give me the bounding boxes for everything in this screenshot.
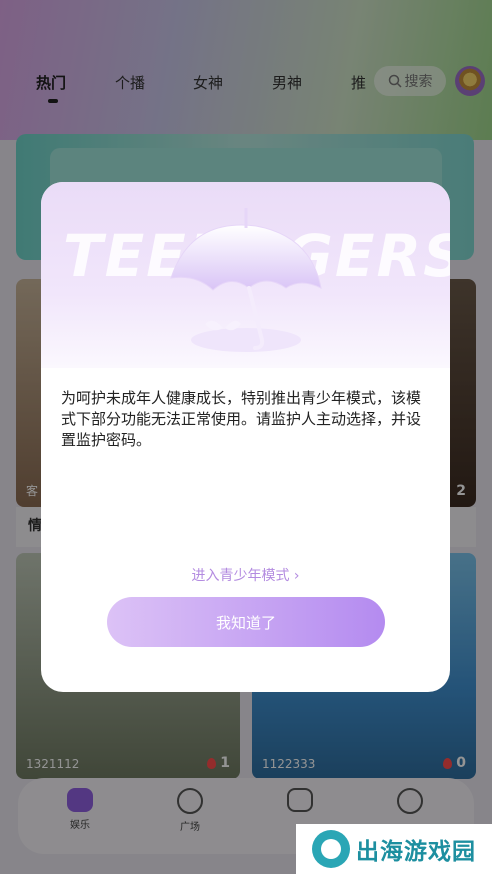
watermark-text: 出海游戏园 [356, 839, 476, 865]
dialog-hero: TEENAGERS [41, 182, 450, 368]
teen-mode-dialog: TEENAGERS 为呵护未成年人健康成长，特别推出青少年模式，该模式下部分功能… [41, 182, 450, 692]
acknowledge-button[interactable]: 我知道了 [107, 597, 385, 647]
watermark: 出海游戏园 [296, 824, 492, 874]
enter-teen-mode-link[interactable]: 进入青少年模式 › [41, 565, 450, 585]
dialog-message: 为呵护未成年人健康成长，特别推出青少年模式，该模式下部分功能无法正常使用。请监护… [61, 389, 422, 449]
umbrella-icon [170, 208, 322, 352]
watermark-logo [312, 830, 350, 868]
